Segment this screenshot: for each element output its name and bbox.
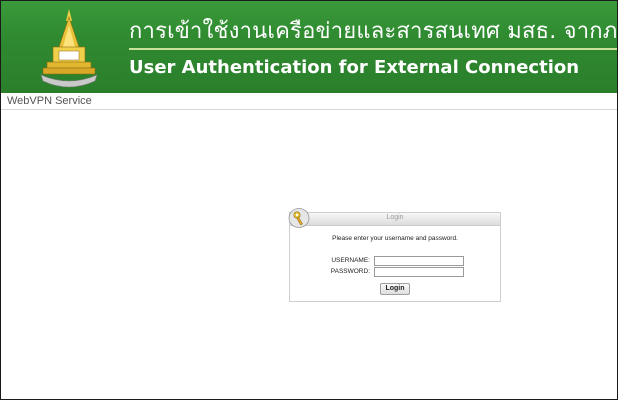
thai-page-title: การเข้าใช้งานเครือข่ายและสารสนเทศ มสธ. จ… (129, 19, 618, 44)
header-banner: การเข้าใช้งานเครือข่ายและสารสนเทศ มสธ. จ… (1, 1, 617, 93)
service-divider (1, 109, 617, 110)
login-instructions: Please enter your username and password. (332, 235, 458, 242)
university-emblem-icon (40, 9, 98, 88)
password-input[interactable] (374, 267, 464, 277)
page-frame: การเข้าใช้งานเครือข่ายและสารสนเทศ มสธ. จ… (0, 0, 618, 400)
header-divider (129, 48, 617, 50)
login-panel-title: Login (386, 214, 404, 221)
login-button[interactable]: Login (380, 283, 410, 295)
username-label: USERNAME: (331, 257, 370, 264)
english-page-title: User Authentication for External Connect… (129, 57, 580, 78)
username-input[interactable] (374, 256, 464, 266)
key-icon (288, 208, 310, 228)
login-panel: Login Please enter your username and pas… (288, 208, 501, 302)
password-label: PASSWORD: (330, 268, 370, 275)
service-label: WebVPN Service (7, 95, 92, 107)
login-panel-header: Login (290, 213, 500, 226)
